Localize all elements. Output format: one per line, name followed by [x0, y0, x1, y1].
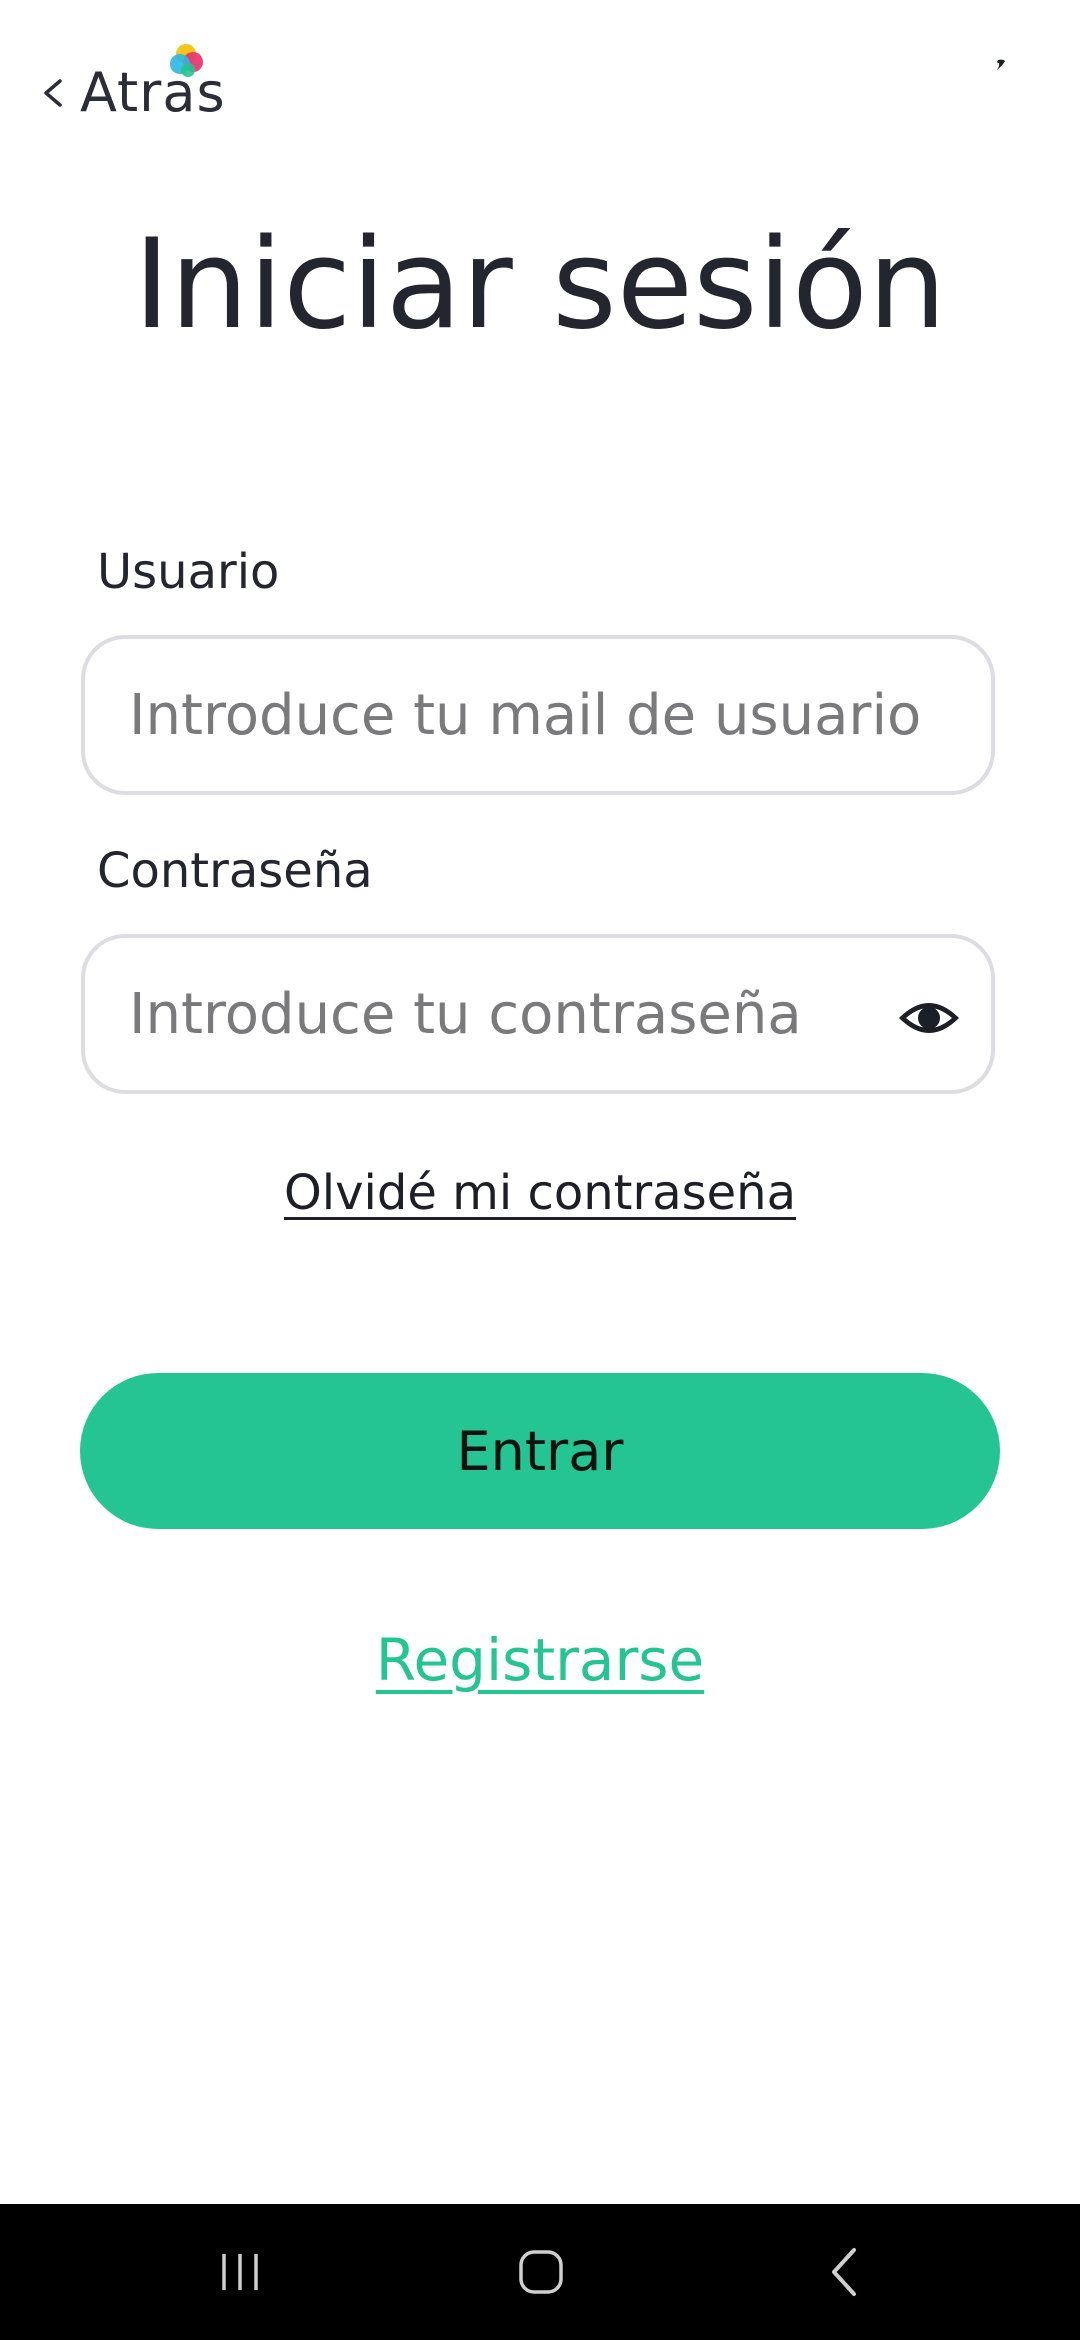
password-input-box[interactable] — [81, 934, 995, 1094]
logo-mark-icon — [170, 44, 203, 77]
password-input[interactable] — [129, 938, 889, 1090]
register-link[interactable]: Registrarse — [376, 1626, 704, 1694]
login-button[interactable]: Entrar — [80, 1373, 1000, 1529]
back-icon — [832, 2248, 856, 2296]
chevron-left-icon — [44, 79, 62, 107]
forgot-password-row: Olvidé mi contraseña — [0, 1160, 1080, 1237]
recents-button[interactable] — [180, 2232, 300, 2312]
system-nav-bar — [0, 2204, 1080, 2340]
user-field-label: Usuario — [97, 544, 280, 600]
recents-icon — [222, 2254, 258, 2290]
back-button[interactable]: Atras — [40, 44, 226, 128]
system-back-button[interactable] — [784, 2232, 904, 2312]
eye-icon[interactable] — [897, 994, 961, 1042]
register-row: Registrarse — [0, 1620, 1080, 1715]
forgot-password-link[interactable]: Olvidé mi contraseña — [284, 1165, 796, 1221]
home-button[interactable] — [481, 2232, 601, 2312]
home-icon — [519, 2250, 563, 2294]
user-email-input[interactable] — [129, 639, 979, 791]
logo: Atras — [80, 44, 226, 128]
page-title: Iniciar sesión — [133, 213, 947, 357]
password-field-label: Contraseña — [97, 843, 373, 899]
user-input-box[interactable] — [81, 635, 995, 795]
camera-mark-icon — [997, 59, 1005, 70]
